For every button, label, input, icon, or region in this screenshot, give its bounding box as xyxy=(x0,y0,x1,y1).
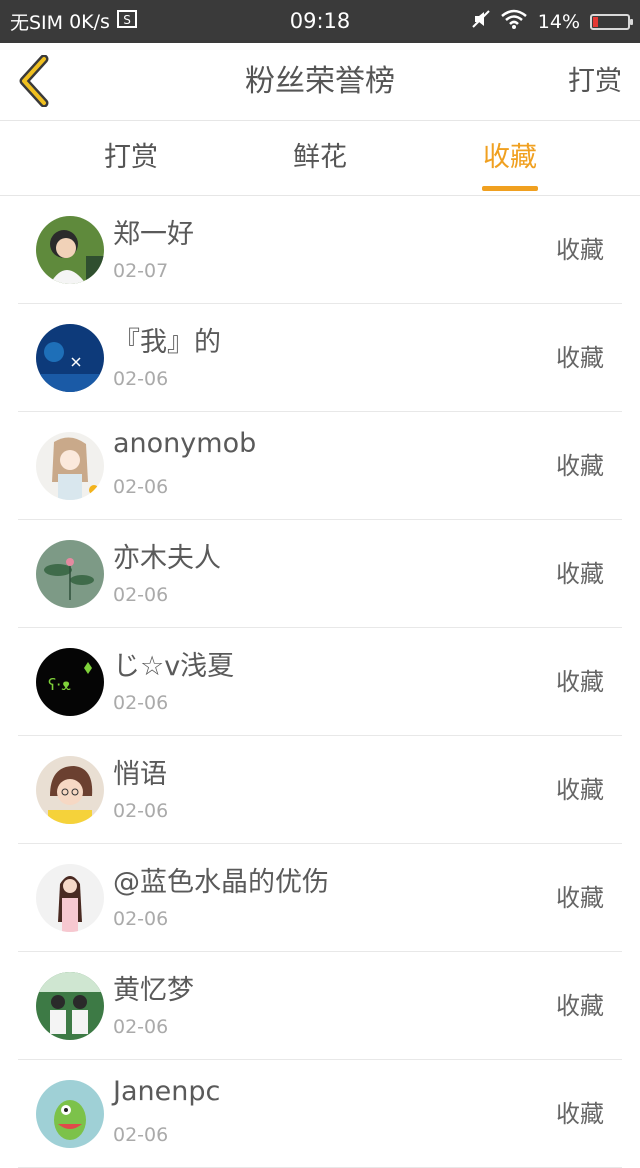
tab-flowers[interactable]: 鲜花 xyxy=(225,121,415,195)
action-label: 收藏 xyxy=(556,776,604,804)
list-item[interactable]: 黄忆梦 02-06 收藏 xyxy=(0,952,640,1060)
date: 02-06 xyxy=(113,800,169,822)
avatar xyxy=(36,972,104,1040)
date: 02-06 xyxy=(113,908,169,930)
user-name: 『我』的 xyxy=(113,327,221,358)
date: 02-07 xyxy=(113,260,169,282)
user-name: anonymob xyxy=(113,428,257,459)
battery-percent: 14% xyxy=(537,10,580,33)
avatar: ʕ·ᴥ xyxy=(36,648,104,716)
reward-button[interactable]: 打赏 xyxy=(568,43,622,120)
date: 02-06 xyxy=(113,476,169,498)
svg-text:ʕ·ᴥ: ʕ·ᴥ xyxy=(48,675,71,694)
list-item[interactable]: 『我』的 02-06 收藏 xyxy=(0,304,640,412)
list-item[interactable]: ʕ·ᴥ じ☆v浅夏 02-06 收藏 xyxy=(0,628,640,736)
date: 02-06 xyxy=(113,584,169,606)
tab-bar: 打赏 鲜花 收藏 xyxy=(0,121,640,196)
action-label: 收藏 xyxy=(556,992,604,1020)
list-item[interactable]: @蓝色水晶的优伤 02-06 收藏 xyxy=(0,844,640,952)
date: 02-06 xyxy=(113,368,169,390)
status-bar: 无SIM 0K/s S 09:18 14% xyxy=(0,0,640,43)
list-item[interactable]: 亦木夫人 02-06 收藏 xyxy=(0,520,640,628)
action-label: 收藏 xyxy=(556,560,604,588)
action-label: 收藏 xyxy=(556,344,604,372)
user-name: 郑一好 xyxy=(113,219,194,250)
tab-favorites[interactable]: 收藏 xyxy=(415,121,605,195)
list-item[interactable]: anonymob 02-06 收藏 xyxy=(0,412,640,520)
action-label: 收藏 xyxy=(556,1100,604,1128)
action-label: 收藏 xyxy=(556,236,604,264)
user-name: 亦木夫人 xyxy=(113,543,221,574)
user-name: 悄语 xyxy=(113,759,167,790)
action-label: 收藏 xyxy=(556,884,604,912)
action-label: 收藏 xyxy=(556,668,604,696)
avatar xyxy=(36,432,104,500)
user-name: Janenpc xyxy=(113,1076,221,1107)
avatar xyxy=(36,216,104,284)
list-item[interactable]: Janenpc 02-06 收藏 xyxy=(0,1060,640,1168)
status-right: 14% xyxy=(472,0,633,43)
battery-icon xyxy=(590,13,633,30)
user-name: @蓝色水晶的优伤 xyxy=(113,867,329,898)
tab-label: 鲜花 xyxy=(293,142,347,173)
page-title: 粉丝荣誉榜 xyxy=(245,64,395,99)
wifi-icon xyxy=(500,9,528,34)
tab-label: 打赏 xyxy=(104,142,158,173)
date: 02-06 xyxy=(113,1124,169,1146)
fan-list: 郑一好 02-07 收藏 『我』的 02-06 收藏 anonymob 02-0… xyxy=(0,196,640,1168)
list-item[interactable]: 悄语 02-06 收藏 xyxy=(0,736,640,844)
action-label: 收藏 xyxy=(556,452,604,480)
user-name: じ☆v浅夏 xyxy=(113,651,235,682)
nav-bar: 粉丝荣誉榜 打赏 xyxy=(0,43,640,121)
mute-icon xyxy=(472,9,490,34)
avatar xyxy=(36,540,104,608)
avatar xyxy=(36,756,104,824)
list-item[interactable]: 郑一好 02-07 收藏 xyxy=(0,196,640,304)
active-tab-indicator xyxy=(482,186,538,191)
tab-reward[interactable]: 打赏 xyxy=(36,121,226,195)
date: 02-06 xyxy=(113,692,169,714)
avatar xyxy=(36,324,104,392)
tab-label: 收藏 xyxy=(483,142,537,173)
avatar xyxy=(36,864,104,932)
date: 02-06 xyxy=(113,1016,169,1038)
user-name: 黄忆梦 xyxy=(113,975,194,1006)
